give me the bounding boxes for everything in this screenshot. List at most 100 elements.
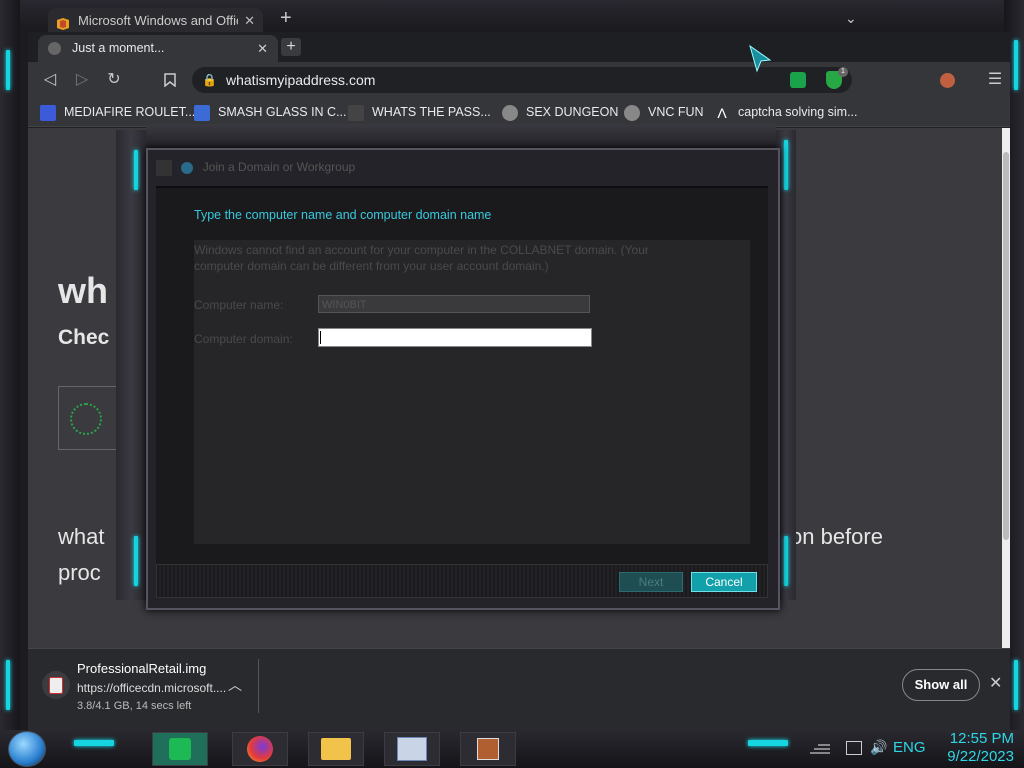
dialog-title-bar: Join a Domain or Workgroup — [156, 156, 756, 178]
download-bar-close-icon[interactable]: ✕ — [989, 673, 1002, 693]
robot-icon — [502, 104, 518, 121]
computer-name-field: WIN0BIT — [318, 295, 590, 313]
tab-strip: Just a moment... ✕ + — [28, 32, 1010, 62]
tab-close-icon[interactable]: ✕ — [257, 35, 268, 62]
download-url: https://officecdn.microsoft.... — [77, 681, 227, 695]
browser-toolbar: ◁ ▷ ↻ 🔒 whatismyipaddress.com 1 ☰ — [28, 62, 1010, 98]
reload-icon[interactable]: ↻ — [104, 70, 124, 90]
monitor-icon — [397, 737, 427, 761]
site-icon — [348, 104, 364, 121]
network-icon — [181, 161, 194, 174]
back-arrow-icon[interactable] — [156, 159, 172, 176]
file-icon — [42, 671, 70, 699]
dialog-glow-right-2 — [784, 536, 788, 586]
back-window-tab-close-icon[interactable]: ✕ — [244, 8, 255, 34]
back-arrow-icon[interactable]: ◁ — [40, 70, 60, 90]
bookmark-whats-the-pass[interactable]: WHATS THE PASS... — [348, 103, 491, 121]
volume-icon[interactable]: 🔊 — [870, 739, 887, 756]
back-window-tab-search-icon[interactable]: ⌄ — [845, 10, 861, 26]
skin-glow-left-1 — [6, 50, 10, 90]
taskbar-file-explorer[interactable] — [308, 732, 364, 766]
new-tab-button[interactable]: + — [281, 38, 301, 56]
dialog-skin-left — [116, 130, 146, 600]
back-window-tab-title: Microsoft Windows and Office — [78, 13, 238, 28]
taskbar-app[interactable] — [460, 732, 516, 766]
skin-frame-left — [0, 0, 20, 730]
bookmark-mediafire[interactable]: MEDIAFIRE ROULET... — [40, 103, 195, 121]
robot-icon — [624, 104, 640, 121]
dialog-glow-left-1 — [134, 150, 138, 190]
bookmark-smash-glass[interactable]: SMASH GLASS IN C... — [194, 103, 347, 121]
bookmark-captcha[interactable]: Λcaptcha solving sim... — [714, 103, 858, 121]
mouse-cursor-icon — [748, 44, 772, 74]
bookmark-label: VNC FUN — [648, 105, 704, 119]
next-button[interactable]: Next — [619, 572, 683, 592]
skin-glow-left-2 — [6, 660, 10, 710]
computer-domain-label: Computer domain: — [194, 332, 293, 346]
chat-extension-icon[interactable] — [790, 72, 806, 88]
download-bar: ProfessionalRetail.img https://officecdn… — [28, 648, 1010, 733]
scrollbar-thumb[interactable] — [1003, 152, 1009, 540]
bookmark-vnc-fun[interactable]: VNC FUN — [624, 103, 704, 121]
back-window-new-tab-button[interactable]: + — [280, 8, 298, 28]
page-body-line2-start: proc — [58, 560, 101, 585]
divider — [258, 659, 259, 713]
clock-date[interactable]: 9/22/2023 — [930, 748, 1014, 765]
forward-arrow-icon[interactable]: ▷ — [72, 70, 92, 90]
lambda-icon: Λ — [717, 104, 727, 121]
taskbar-remote-desktop[interactable] — [384, 732, 440, 766]
dialog-footer: Next Cancel — [156, 564, 768, 598]
bookmark-icon[interactable] — [160, 70, 180, 90]
loading-spinner-icon — [70, 403, 102, 435]
clock-time[interactable]: 12:55 PM — [930, 730, 1014, 747]
taskbar-glow-left — [74, 740, 114, 746]
bookmark-label: captcha solving sim... — [738, 105, 858, 119]
start-button[interactable] — [8, 731, 46, 767]
bookmark-label: WHATS THE PASS... — [372, 105, 491, 119]
cancel-button[interactable]: Cancel — [691, 572, 757, 592]
computer-domain-input[interactable] — [318, 328, 592, 347]
back-window-tab[interactable]: Microsoft Windows and Office ✕ — [48, 8, 263, 34]
join-domain-dialog: Join a Domain or Workgroup Type the comp… — [146, 148, 780, 610]
folder-icon — [321, 738, 351, 760]
dialog-panel: Windows cannot find an account for your … — [194, 240, 750, 544]
dialog-heading: Type the computer name and computer doma… — [194, 208, 492, 222]
profile-avatar[interactable] — [940, 73, 955, 88]
show-hidden-icons-icon[interactable] — [808, 742, 832, 754]
mediafire-icon — [40, 104, 56, 121]
tab-just-a-moment[interactable]: Just a moment... ✕ — [38, 35, 278, 62]
office-icon — [56, 14, 70, 30]
page-subtitle-fragment: Chec — [58, 326, 110, 349]
dialog-message: Windows cannot find an account for your … — [194, 243, 649, 273]
taskbar-glow-right — [748, 740, 788, 746]
dialog-title: Join a Domain or Workgroup — [202, 160, 356, 174]
download-filename[interactable]: ProfessionalRetail.img — [77, 661, 206, 676]
bookmark-label: SEX DUNGEON — [526, 105, 619, 119]
captcha-widget[interactable] — [58, 386, 120, 450]
sigma-icon — [194, 104, 210, 121]
bookmark-label: MEDIAFIRE ROULET... — [64, 105, 196, 119]
chat-app-icon — [169, 738, 191, 760]
extension-badge: 1 — [838, 67, 848, 77]
taskbar-chat-app[interactable] — [152, 732, 208, 766]
page-title-fragment: wh — [58, 270, 108, 311]
show-all-button[interactable]: Show all — [902, 669, 980, 701]
language-indicator[interactable]: ENG — [893, 739, 926, 756]
dialog-body: Type the computer name and computer doma… — [156, 186, 768, 564]
page-body-line1-start: what — [58, 524, 105, 549]
firefox-icon — [247, 736, 273, 762]
page-body-line1-end: on before — [790, 524, 883, 549]
globe-icon — [48, 42, 61, 55]
taskbar: 🔊 ENG 12:55 PM 9/22/2023 — [0, 730, 1024, 768]
taskbar-firefox[interactable] — [232, 732, 288, 766]
bookmark-sex-dungeon[interactable]: SEX DUNGEON — [502, 103, 618, 121]
network-icon[interactable] — [846, 741, 862, 755]
dialog-glow-left-2 — [134, 536, 138, 586]
computer-name-label: Computer name: — [194, 298, 284, 312]
chevron-up-icon[interactable]: ︿ — [228, 675, 242, 695]
text-caret — [320, 331, 321, 344]
skin-glow-right-2 — [1014, 660, 1018, 710]
lock-icon: 🔒 — [202, 73, 217, 87]
skin-glow-right-1 — [1014, 40, 1018, 90]
menu-icon[interactable]: ☰ — [985, 70, 1005, 90]
